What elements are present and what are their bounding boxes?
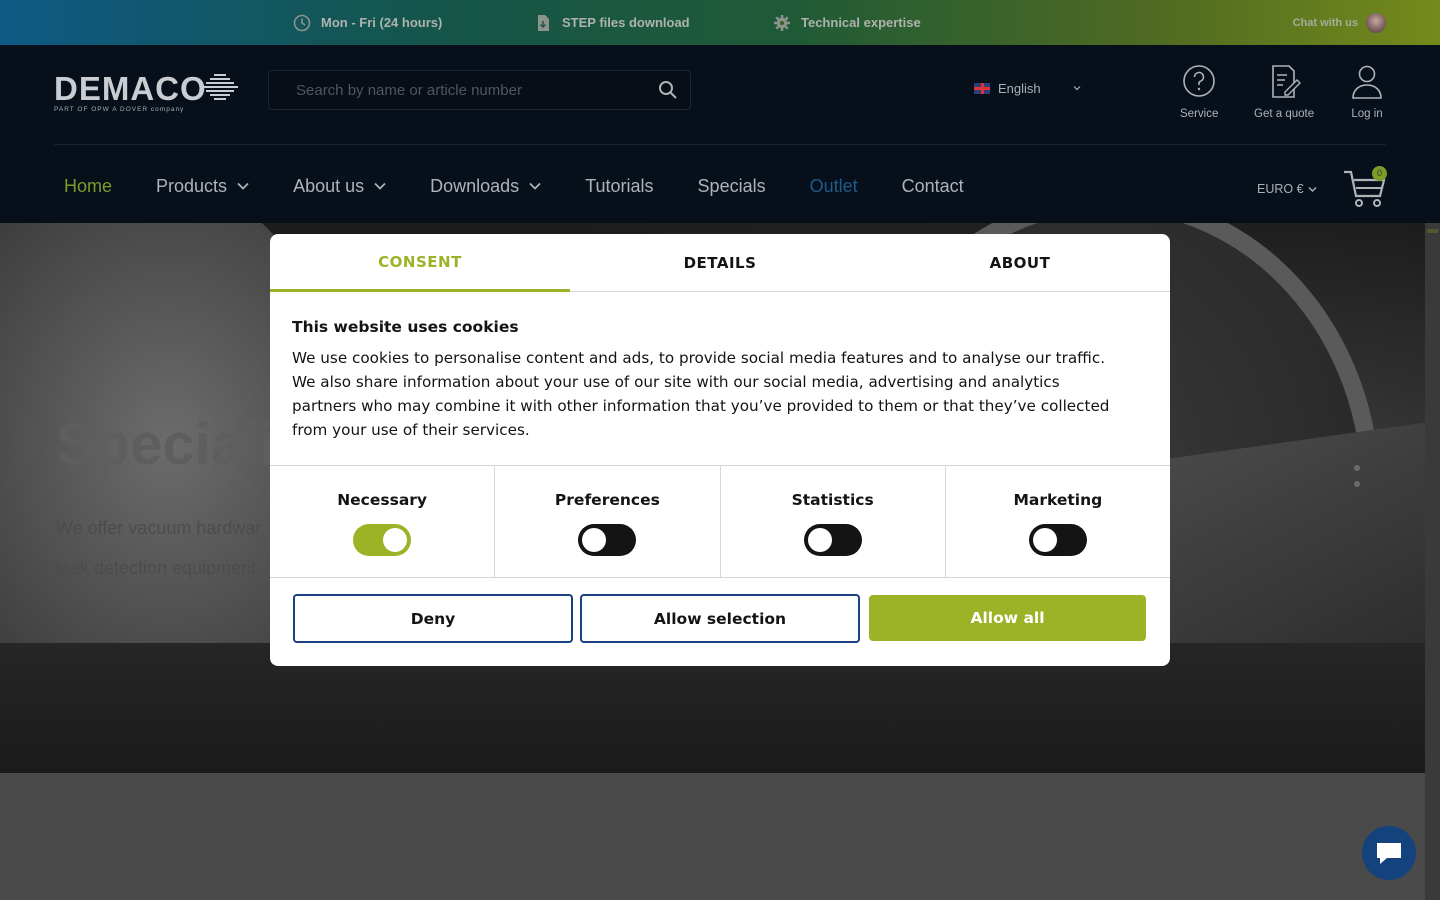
logo-wordmark: DEMACO (54, 70, 207, 107)
search-box (268, 70, 691, 110)
nav-products[interactable]: Products (156, 175, 249, 197)
deny-button[interactable]: Deny (293, 594, 573, 643)
cart-count-badge: 0 (1372, 166, 1387, 181)
currency-label: EURO € (1257, 182, 1304, 196)
category-necessary: Necessary (270, 466, 496, 577)
nav-contact[interactable]: Contact (902, 175, 964, 197)
allow-selection-button[interactable]: Allow selection (580, 594, 860, 643)
cookie-title: This website uses cookies (292, 318, 519, 336)
quote-label: Get a quote (1254, 108, 1315, 120)
chat-label: Chat with us (1292, 16, 1358, 29)
get-a-quote-link[interactable]: Get a quote (1254, 64, 1314, 120)
language-label: English (998, 80, 1041, 96)
page: Mon - Fri (24 hours) STEP files download… (0, 0, 1440, 900)
below-hero-section (0, 773, 1425, 900)
carousel-dot[interactable] (1354, 481, 1360, 487)
main-nav: Home Products About us Downloads Tutoria… (64, 175, 1008, 197)
uk-flag-icon (974, 82, 990, 94)
header-divider (54, 144, 1386, 145)
chevron-down-icon (1073, 86, 1081, 91)
nav-specials-label: Specials (697, 175, 766, 196)
hours-info: Mon - Fri (24 hours) (293, 0, 442, 45)
category-statistics-label: Statistics (791, 491, 874, 509)
tab-about[interactable]: ABOUT (870, 234, 1170, 292)
chat-launcher-button[interactable] (1362, 826, 1416, 880)
service-link[interactable]: Service (1180, 64, 1218, 120)
search-icon[interactable] (658, 80, 678, 100)
nav-tutorials[interactable]: Tutorials (585, 175, 653, 197)
chevron-down-icon (1308, 186, 1317, 192)
expertise-info: Technical expertise (773, 0, 921, 45)
statistics-toggle[interactable] (803, 524, 862, 556)
logo-stripes-icon (202, 74, 238, 100)
category-preferences-label: Preferences (554, 491, 660, 509)
logo-tagline: PART OF OPW A DOVER company (54, 106, 185, 113)
nav-downloads-label: Downloads (430, 175, 520, 196)
help-circle-icon (1183, 65, 1215, 97)
preferences-toggle[interactable] (578, 524, 637, 556)
category-marketing: Marketing (946, 466, 1170, 577)
step-download-link[interactable]: STEP files download (534, 0, 690, 45)
carousel-dot[interactable] (1354, 465, 1360, 471)
tab-details[interactable]: DETAILS (570, 234, 870, 292)
cookie-categories: Necessary Preferences Statistics Marketi… (270, 465, 1170, 578)
quote-icon (1272, 65, 1302, 98)
chevron-down-icon (374, 182, 386, 190)
nav-tutorials-label: Tutorials (585, 175, 654, 196)
nav-outlet-label: Outlet (809, 175, 858, 196)
service-label: Service (1180, 108, 1219, 120)
nav-outlet[interactable]: Outlet (810, 175, 858, 197)
category-preferences: Preferences (495, 466, 721, 577)
nav-specials[interactable]: Specials (698, 175, 766, 197)
clock-icon (293, 14, 311, 31)
expertise-label: Technical expertise (801, 15, 921, 30)
allow-all-button[interactable]: Allow all (869, 595, 1146, 641)
tab-consent[interactable]: CONSENT (270, 234, 570, 292)
currency-selector[interactable]: EURO € (1257, 182, 1317, 196)
chevron-down-icon (237, 182, 249, 190)
nav-about-label: About us (293, 175, 365, 196)
nav-products-label: Products (156, 175, 228, 196)
top-info-bar: Mon - Fri (24 hours) STEP files download… (0, 0, 1440, 45)
cookie-buttons: Deny Allow selection Allow all (270, 578, 1170, 666)
marketing-toggle[interactable] (1028, 524, 1087, 556)
cookie-tabs: CONSENT DETAILS ABOUT (270, 234, 1170, 292)
log-in-link[interactable]: Log in (1350, 64, 1384, 120)
user-icon (1352, 65, 1382, 99)
demaco-logo[interactable]: DEMACO PART OF OPW A DOVER company (54, 72, 244, 116)
cookie-description: We use cookies to personalise content an… (292, 349, 1110, 439)
gear-icon (774, 14, 790, 31)
nav-downloads[interactable]: Downloads (430, 175, 541, 197)
category-necessary-label: Necessary (337, 491, 428, 509)
chat-icon (1377, 843, 1401, 864)
file-icon (538, 14, 549, 31)
nav-about-us[interactable]: About us (293, 175, 386, 197)
search-input[interactable] (269, 71, 649, 109)
page-scrollbar[interactable] (1425, 223, 1440, 900)
step-label: STEP files download (562, 15, 690, 30)
nav-home-label: Home (64, 175, 113, 196)
language-selector[interactable]: English (974, 78, 1081, 98)
nav-contact-label: Contact (901, 175, 964, 196)
carousel-dots (1354, 465, 1360, 487)
necessary-toggle[interactable] (353, 524, 412, 556)
chat-with-us-link[interactable]: Chat with us (1293, 0, 1386, 45)
nav-home[interactable]: Home (64, 175, 112, 197)
login-label: Log in (1351, 108, 1383, 120)
agent-avatar (1366, 12, 1386, 33)
category-marketing-label: Marketing (1013, 491, 1103, 509)
hours-label: Mon - Fri (24 hours) (321, 15, 443, 30)
chevron-down-icon (529, 182, 541, 190)
cookie-consent-dialog: CONSENT DETAILS ABOUT This website uses … (270, 234, 1170, 666)
category-statistics: Statistics (721, 466, 946, 577)
